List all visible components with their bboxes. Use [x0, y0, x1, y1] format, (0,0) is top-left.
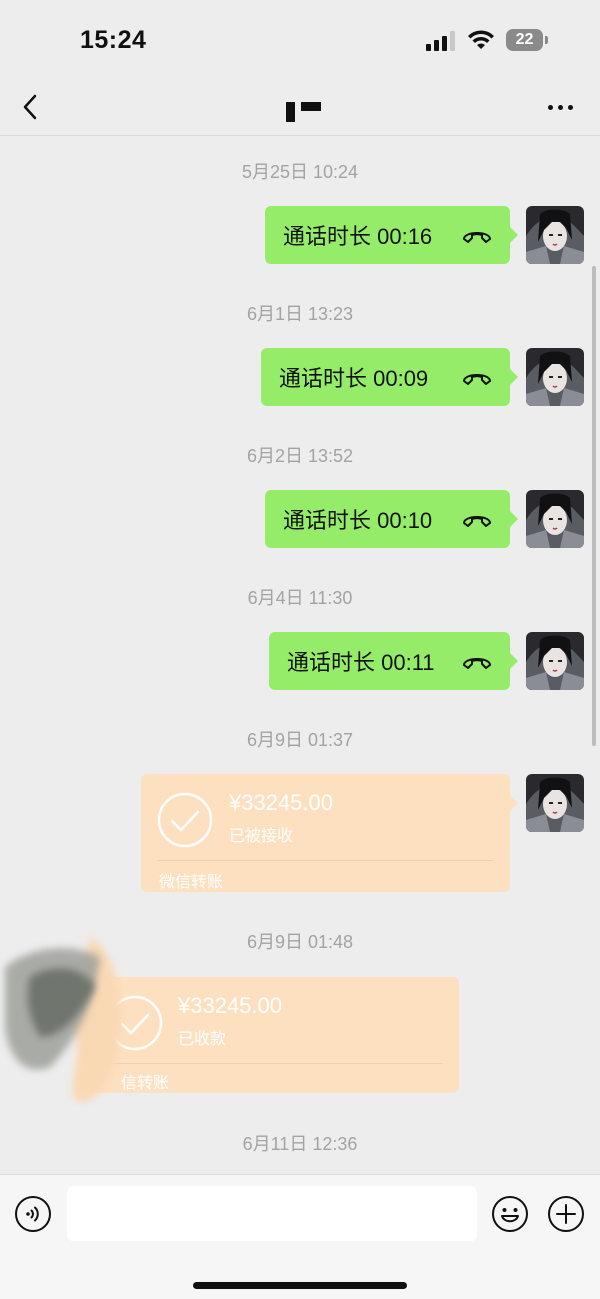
transfer-amount: ¥33245.00: [229, 790, 333, 815]
plus-icon[interactable]: [547, 1195, 585, 1233]
phone-hangup-icon: [463, 516, 491, 527]
call-record-bubble[interactable]: 通话时长 00:09: [261, 348, 518, 406]
phone-hangup-icon: [463, 374, 491, 385]
call-duration-text: 通话时长 00:09: [279, 366, 429, 391]
scrollbar[interactable]: [592, 266, 596, 746]
transfer-label: 微信转账: [159, 874, 224, 891]
transfer-amount: ¥33245.00: [178, 993, 282, 1018]
phone-hangup-icon: [463, 232, 491, 243]
voice-input-icon[interactable]: [14, 1195, 52, 1233]
call-record-bubble[interactable]: 通话时长 00:10: [265, 490, 518, 548]
chat-messages[interactable]: 5月25日 10:24 通话时长 00:16 6月1日 13:23 通话时长 0…: [0, 137, 600, 1174]
chat-title-redacted: [286, 98, 336, 124]
user-avatar[interactable]: [526, 206, 584, 264]
transfer-card[interactable]: ¥33245.00 已被接收 微信转账: [141, 774, 518, 892]
check-circle-icon: [157, 792, 213, 848]
home-indicator[interactable]: [193, 1282, 407, 1289]
emoji-icon[interactable]: [491, 1195, 529, 1233]
call-duration-text: 通话时长 00:10: [283, 508, 433, 533]
cellular-signal-icon: [426, 31, 455, 51]
transfer-card[interactable]: ¥33245.00 已收款 信转账: [93, 977, 459, 1093]
message-timestamp: 6月1日 13:23: [246, 304, 354, 324]
message-timestamp: 6月4日 11:30: [247, 588, 353, 608]
battery-level: 22: [515, 31, 534, 48]
back-icon[interactable]: [18, 92, 44, 122]
call-duration-text: 通话时长 00:16: [283, 224, 433, 249]
divider: [157, 860, 494, 861]
redacted-avatar-smudge: [5, 937, 121, 1102]
battery-icon: 22: [506, 29, 548, 51]
call-record-bubble[interactable]: 通话时长 00:11: [269, 632, 518, 690]
message-timestamp: 6月2日 13:52: [246, 446, 354, 466]
wifi-icon: [468, 30, 494, 49]
call-record-bubble[interactable]: 通话时长 00:16: [265, 206, 518, 264]
message-timestamp: 6月11日 12:36: [242, 1134, 358, 1154]
status-time: 15:24: [80, 26, 147, 54]
divider: [109, 1063, 443, 1064]
user-avatar[interactable]: [526, 774, 584, 832]
chat-header: [0, 80, 600, 136]
user-avatar[interactable]: [526, 348, 584, 406]
input-bar: [0, 1174, 600, 1299]
status-bar: 15:24 22: [0, 0, 600, 80]
user-avatar[interactable]: [526, 490, 584, 548]
transfer-status: 已收款: [178, 1031, 227, 1048]
message-input[interactable]: [67, 1186, 477, 1241]
call-duration-text: 通话时长 00:11: [287, 650, 435, 675]
user-avatar[interactable]: [526, 632, 584, 690]
phone-hangup-icon: [463, 658, 491, 669]
more-options-icon[interactable]: [546, 94, 576, 120]
message-timestamp: 5月25日 10:24: [241, 162, 359, 182]
transfer-status: 已被接收: [229, 828, 294, 845]
message-timestamp: 6月9日 01:37: [246, 730, 354, 750]
